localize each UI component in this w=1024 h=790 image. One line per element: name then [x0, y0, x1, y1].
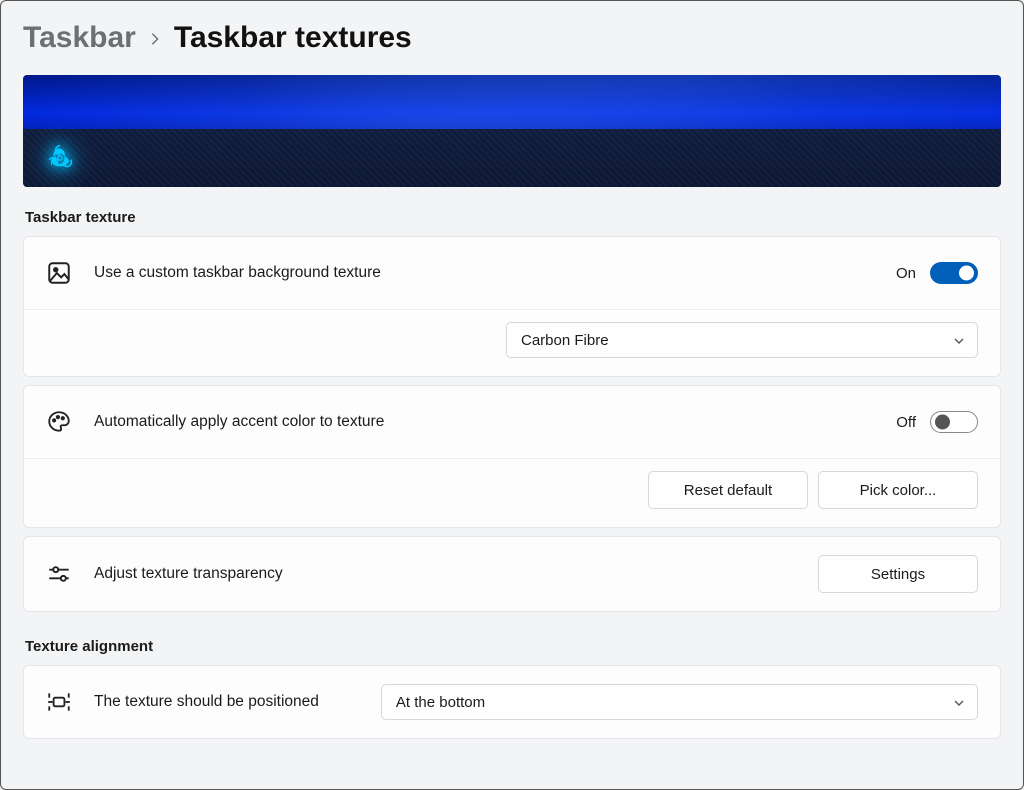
custom-bg-label: Use a custom taskbar background texture [94, 264, 874, 282]
texture-select-value: Carbon Fibre [521, 332, 609, 349]
row-transparency: Adjust texture transparency Settings [24, 537, 1000, 611]
row-accent-buttons: Reset default Pick color... [24, 458, 1000, 527]
row-texture-select: Carbon Fibre [24, 309, 1000, 376]
palette-icon [46, 409, 72, 435]
custom-bg-toggle-state: On [896, 265, 916, 282]
card-custom-background: Use a custom taskbar background texture … [23, 236, 1001, 377]
accent-toggle-state: Off [896, 414, 916, 431]
preview-taskbar [23, 129, 1001, 187]
chevron-down-icon [953, 696, 965, 708]
card-transparency: Adjust texture transparency Settings [23, 536, 1001, 612]
breadcrumb-current: Taskbar textures [174, 21, 412, 55]
section-label-texture: Taskbar texture [25, 209, 1001, 226]
custom-bg-toggle[interactable] [930, 262, 978, 284]
biohazard-icon [47, 145, 73, 171]
breadcrumb-parent[interactable]: Taskbar [23, 21, 136, 55]
card-alignment: The texture should be positioned At the … [23, 665, 1001, 739]
accent-label: Automatically apply accent color to text… [94, 413, 874, 431]
chevron-down-icon [953, 334, 965, 346]
transparency-label: Adjust texture transparency [94, 565, 796, 583]
position-select-value: At the bottom [396, 694, 485, 711]
align-icon [46, 689, 72, 715]
preview-wallpaper [23, 75, 1001, 129]
pick-color-button[interactable]: Pick color... [818, 471, 978, 509]
transparency-settings-button[interactable]: Settings [818, 555, 978, 593]
texture-preview [23, 75, 1001, 187]
card-accent-color: Automatically apply accent color to text… [23, 385, 1001, 528]
position-select[interactable]: At the bottom [381, 684, 978, 720]
sliders-icon [46, 561, 72, 587]
breadcrumb: Taskbar Taskbar textures [23, 21, 1001, 55]
chevron-right-icon [150, 30, 160, 51]
image-icon [46, 260, 72, 286]
row-position: The texture should be positioned At the … [24, 666, 1000, 738]
row-accent: Automatically apply accent color to text… [24, 386, 1000, 458]
section-label-alignment: Texture alignment [25, 638, 1001, 655]
accent-toggle[interactable] [930, 411, 978, 433]
position-label: The texture should be positioned [94, 693, 319, 711]
texture-select[interactable]: Carbon Fibre [506, 322, 978, 358]
reset-default-button[interactable]: Reset default [648, 471, 808, 509]
row-custom-bg: Use a custom taskbar background texture … [24, 237, 1000, 309]
